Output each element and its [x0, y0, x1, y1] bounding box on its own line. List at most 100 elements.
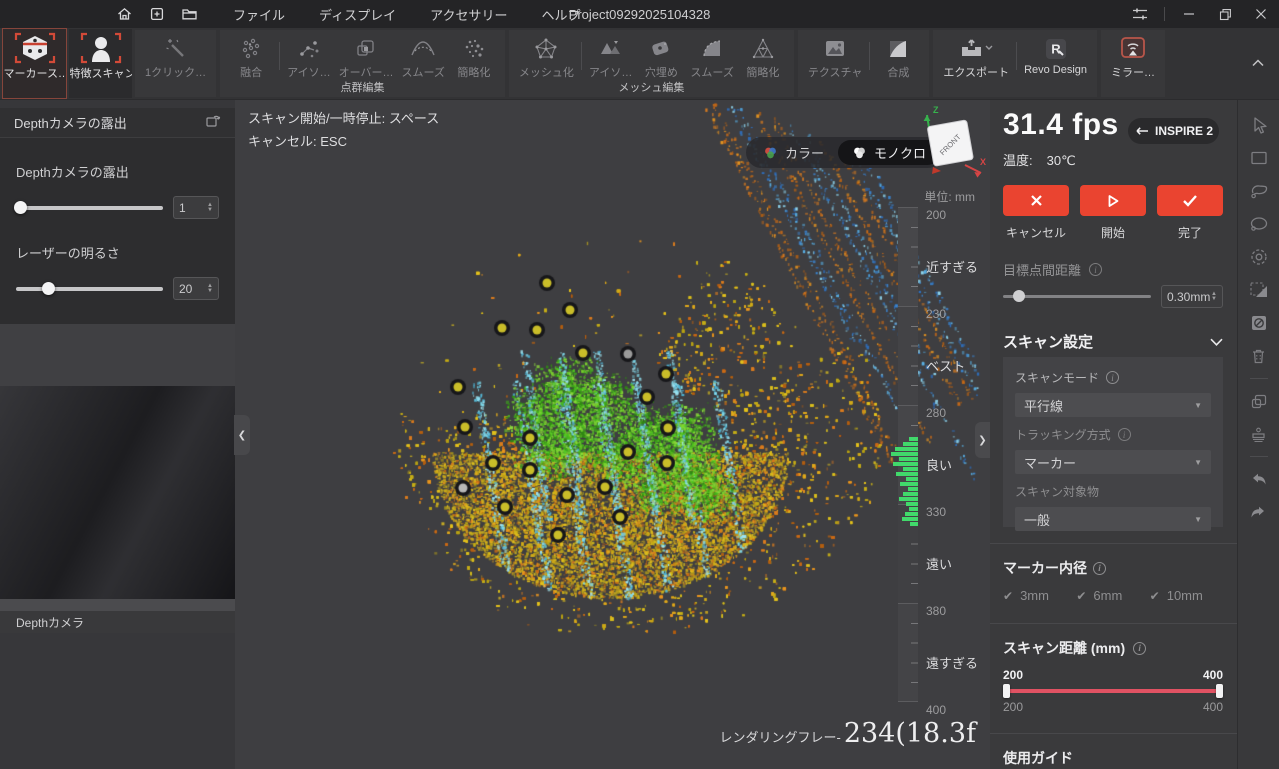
- left-panel-collapse-handle[interactable]: ❮: [234, 415, 250, 455]
- open-folder-icon[interactable]: [181, 6, 199, 22]
- user-guide-link[interactable]: 使用ガイド: [1003, 748, 1073, 768]
- pc-simplify-button[interactable]: 簡略化: [449, 33, 499, 82]
- orientation-gizmo[interactable]: Z FRONT X: [903, 103, 987, 189]
- ellipse-select-icon[interactable]: [1247, 213, 1271, 235]
- range-handle-max[interactable]: [1216, 684, 1223, 698]
- chevron-down-icon: [1210, 338, 1223, 346]
- checkmark-icon: ✔: [1003, 589, 1013, 603]
- start-scan-button[interactable]: 開始: [1080, 185, 1146, 241]
- delete-icon[interactable]: [1247, 345, 1271, 367]
- info-icon: i: [1093, 562, 1106, 575]
- start-button-label: 開始: [1101, 224, 1125, 241]
- camera-tab[interactable]: Depthカメラ: [0, 611, 235, 633]
- revo-design-button[interactable]: R Revo Design: [1020, 33, 1091, 82]
- point-distance-thumb[interactable]: [1013, 290, 1025, 302]
- close-button[interactable]: [1243, 0, 1279, 28]
- export-icon: [958, 35, 994, 63]
- minimize-button[interactable]: [1171, 0, 1207, 28]
- scan-distance-scale: 200 400: [1003, 700, 1223, 714]
- menu-file[interactable]: ファイル: [233, 5, 285, 24]
- marker-scan-button[interactable]: マーカース…: [3, 29, 66, 98]
- mesh-button[interactable]: メッシュ化: [515, 33, 578, 82]
- laser-spinner[interactable]: 20▲▼: [173, 277, 219, 300]
- paint-brush-icon[interactable]: [1247, 423, 1271, 445]
- home-icon[interactable]: [116, 6, 133, 22]
- mirror-button[interactable]: ミラー…: [1107, 33, 1159, 82]
- toggle-color[interactable]: カラー: [749, 140, 838, 165]
- restore-button[interactable]: [1207, 0, 1243, 28]
- texture-button[interactable]: テクスチャ: [804, 33, 867, 82]
- pc-isolate-button[interactable]: アイソ…: [283, 33, 334, 82]
- select-cursor-icon[interactable]: [1247, 114, 1271, 136]
- switch-device-icon: [1134, 126, 1149, 136]
- exposure-slider[interactable]: [16, 206, 163, 210]
- laser-slider[interactable]: [16, 287, 163, 291]
- mesh-isolate-button[interactable]: アイソ…: [585, 33, 636, 82]
- mesh-smooth-button[interactable]: スムーズ: [686, 33, 737, 82]
- texture-group: テクスチャ 合成: [798, 30, 930, 97]
- pc-overlap-button[interactable]: オーバー…: [335, 33, 398, 82]
- menu-display[interactable]: ディスプレイ: [319, 5, 396, 24]
- point-distance-slider[interactable]: [1003, 295, 1151, 298]
- range-handle-min[interactable]: [1003, 684, 1010, 698]
- cancel-scan-button[interactable]: キャンセル: [1003, 185, 1069, 241]
- fusion-button[interactable]: 融合: [226, 33, 276, 82]
- mesh-fill-label: 穴埋め: [645, 64, 678, 80]
- tracking-dropdown[interactable]: マーカー▼: [1015, 450, 1211, 474]
- undock-icon[interactable]: [205, 114, 221, 131]
- rectangle-select-icon[interactable]: [1247, 147, 1271, 169]
- new-project-icon[interactable]: [149, 6, 165, 22]
- one-click-group: 1クリック…: [135, 30, 216, 97]
- mesh-simplify-button[interactable]: 簡略化: [738, 33, 788, 82]
- laser-stepper-icon[interactable]: ▲▼: [207, 284, 213, 294]
- menu-accessories[interactable]: アクセサリー: [430, 5, 507, 24]
- marker-10mm-checkbox[interactable]: ✔10mm: [1150, 588, 1223, 603]
- app-window: ファイル ディスプレイ アクセサリー ヘルプ Project0929202510…: [0, 0, 1279, 769]
- marker-3mm-checkbox[interactable]: ✔3mm: [1003, 588, 1076, 603]
- redo-icon[interactable]: [1247, 501, 1271, 523]
- pc-overlap-label: オーバー…: [339, 64, 394, 80]
- camera-tab-label: Depthカメラ: [16, 614, 84, 631]
- exposure-slider-thumb[interactable]: [14, 201, 27, 214]
- deselect-icon[interactable]: [1247, 312, 1271, 334]
- scan-viewport[interactable]: スキャン開始/一時停止: スペース キャンセル: ESC カラー モノクロ Z …: [235, 100, 990, 769]
- complete-scan-button[interactable]: 完了: [1157, 185, 1223, 241]
- point-distance-spinner[interactable]: 0.30mm ▲▼: [1161, 285, 1223, 308]
- depth-panel-title: Depthカメラの露出: [14, 113, 127, 132]
- point-distance-stepper-icon[interactable]: ▲▼: [1211, 292, 1217, 302]
- one-click-button[interactable]: 1クリック…: [141, 33, 210, 82]
- lasso-select-icon[interactable]: [1247, 180, 1271, 202]
- device-badge[interactable]: INSPIRE 2: [1128, 118, 1219, 144]
- distance-max-value: 400: [1203, 668, 1223, 682]
- invert-selection-icon[interactable]: [1247, 279, 1271, 301]
- duplicate-icon[interactable]: [1247, 390, 1271, 412]
- gauge-zone: 遠い: [926, 554, 952, 573]
- fill-holes-icon: [648, 35, 674, 63]
- scan-settings-header[interactable]: スキャン設定: [1003, 331, 1223, 352]
- mesh-icon: [533, 35, 559, 63]
- pc-smooth-button[interactable]: スムーズ: [397, 33, 448, 82]
- right-panel-expand-handle[interactable]: ❯: [975, 422, 990, 458]
- mesh-fill-button[interactable]: 穴埋め: [636, 33, 686, 82]
- scan-distance-values: 200 400: [1003, 668, 1223, 682]
- export-button[interactable]: エクスポート: [939, 33, 1013, 82]
- pc-smooth-label: スムーズ: [401, 64, 444, 80]
- torus-select-icon[interactable]: [1247, 246, 1271, 268]
- scan-target-dropdown[interactable]: 一般▼: [1015, 507, 1211, 531]
- exposure-spinner[interactable]: 1▲▼: [173, 196, 219, 219]
- fusion-icon: [238, 35, 264, 63]
- one-click-group-label: [135, 82, 216, 97]
- composite-button[interactable]: 合成: [873, 33, 923, 82]
- marker-6mm-checkbox[interactable]: ✔6mm: [1076, 588, 1149, 603]
- scan-mode-dropdown[interactable]: 平行線▼: [1015, 393, 1211, 417]
- laser-slider-thumb[interactable]: [42, 282, 55, 295]
- feature-scan-button[interactable]: 特徴スキャン: [69, 29, 132, 98]
- export-group-label: [933, 82, 1097, 97]
- preferences-icon[interactable]: [1122, 0, 1158, 28]
- marker-6mm-label: 6mm: [1093, 588, 1122, 603]
- toolbar-collapse-icon[interactable]: [1252, 58, 1264, 70]
- undo-icon[interactable]: [1247, 468, 1271, 490]
- gauge-mark: 280: [926, 406, 946, 420]
- scan-distance-range-slider[interactable]: [1005, 689, 1221, 693]
- exposure-stepper-icon[interactable]: ▲▼: [207, 203, 213, 213]
